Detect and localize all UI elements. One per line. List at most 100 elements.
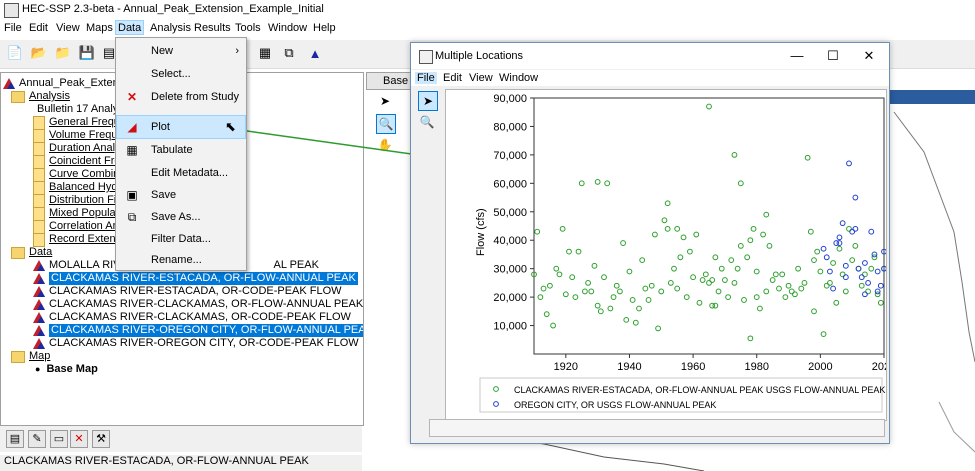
open-study-icon[interactable]: 📂 bbox=[30, 44, 48, 62]
menu-item-new[interactable]: New › bbox=[117, 40, 245, 62]
analysis-icon bbox=[33, 115, 45, 130]
plot-window-title: Multiple Locations bbox=[435, 50, 524, 62]
annual-peak-icon bbox=[33, 312, 45, 323]
menu-item-select[interactable]: Select... bbox=[117, 63, 245, 85]
chart-frame: 10,000 20,000 30,000 40,000 50,000 60,000 70,0… bbox=[445, 89, 896, 421]
tree-data-item[interactable]: CLACKAMAS RIVER-ESTACADA, OR-CODE-PEAK F… bbox=[33, 285, 342, 298]
folder-icon bbox=[11, 90, 25, 103]
x-tick-label: 1980 bbox=[744, 361, 768, 373]
tree-data-item[interactable]: CLACKAMAS RIVER-OREGON CITY, OR-FLOW-ANN… bbox=[33, 324, 363, 337]
tree-analysis-item[interactable]: Mixed Populati bbox=[33, 206, 121, 221]
bullet-icon: ● bbox=[35, 364, 41, 374]
save-icon[interactable]: 💾 bbox=[78, 44, 96, 62]
tree-data-item[interactable]: CLACKAMAS RIVER-OREGON CITY, OR-CODE-PEA… bbox=[33, 337, 359, 350]
legend: CLACKAMAS RIVER-ESTACADA, OR-FLOW-ANNUAL… bbox=[479, 377, 885, 413]
x-tick-label: 1920 bbox=[554, 361, 578, 373]
tree-data-item[interactable]: CLACKAMAS RIVER-CLACKAMAS, OR-CODE-PEAK … bbox=[33, 311, 351, 324]
plot-tools: ➤ 🔍 bbox=[415, 89, 443, 419]
y-tick-label: 50,000 bbox=[493, 207, 527, 219]
tree-analysis-item[interactable]: Coincident Fre bbox=[33, 154, 121, 169]
plot-menu-edit[interactable]: Edit bbox=[441, 72, 464, 84]
tree-analysis-item[interactable]: Balanced Hydr bbox=[33, 180, 121, 195]
app-title-bar: HEC-SSP 2.3-beta - Annual_Peak_Extension… bbox=[0, 0, 975, 20]
tree-analysis-folder[interactable]: Analysis bbox=[11, 90, 70, 103]
menu-data[interactable]: Data bbox=[114, 20, 145, 35]
menu-window[interactable]: Window bbox=[266, 22, 309, 34]
edit-icon[interactable]: ✎ bbox=[28, 430, 46, 448]
y-tick-label: 30,000 bbox=[493, 264, 527, 276]
tree-analysis-item[interactable]: Record Extens bbox=[33, 232, 121, 247]
tree-analysis-item[interactable]: Distribution Fit bbox=[33, 193, 119, 208]
zoom-icon[interactable]: 🔍 bbox=[376, 114, 396, 134]
legend-label: OREGON CITY, OR USGS FLOW-ANNUAL PEAK bbox=[514, 400, 716, 410]
tree-analysis-item[interactable]: Duration Analys bbox=[33, 141, 126, 156]
menu-item-edit-metadata[interactable]: Edit Metadata... bbox=[117, 162, 245, 184]
y-tick-label: 60,000 bbox=[493, 178, 527, 190]
menu-bar: File Edit View Maps Data Analysis Result… bbox=[0, 20, 975, 38]
plot-icon: ◢ bbox=[127, 120, 137, 134]
menu-edit[interactable]: Edit bbox=[27, 22, 50, 34]
tree-map-folder[interactable]: Map bbox=[11, 350, 50, 363]
tile-windows-icon[interactable]: ▦ bbox=[256, 44, 274, 62]
tree-analysis-item[interactable]: Curve Combin bbox=[33, 167, 119, 182]
y-tick-label: 70,000 bbox=[493, 150, 527, 162]
base-map-tab[interactable]: Base M bbox=[366, 72, 412, 90]
menu-file[interactable]: File bbox=[2, 22, 24, 34]
annual-peak-icon bbox=[33, 273, 45, 284]
cascade-windows-icon[interactable]: ⧉ bbox=[280, 44, 298, 62]
menu-item-plot[interactable]: ◢ Plot ⬉ bbox=[116, 115, 246, 139]
floppy-multi-icon: ⧉ bbox=[127, 210, 137, 224]
maximize-button[interactable]: ☐ bbox=[815, 45, 851, 67]
menu-tools[interactable]: Tools bbox=[233, 22, 263, 34]
study-icon bbox=[3, 78, 15, 89]
menu-item-tabulate[interactable]: ▦ Tabulate bbox=[117, 139, 245, 161]
annual-peak-icon bbox=[33, 260, 45, 271]
x-tick-label: 2020 bbox=[872, 361, 886, 373]
tree-data-item[interactable]: CLACKAMAS RIVER-ESTACADA, OR-FLOW-ANNUAL… bbox=[33, 272, 358, 285]
menu-item-delete[interactable]: ✕ Delete from Study bbox=[117, 86, 245, 108]
tree-analysis-item[interactable]: General Frequ bbox=[33, 115, 120, 130]
plot-menu-file[interactable]: File bbox=[415, 72, 437, 84]
tree-analysis-item[interactable]: Correlation Ana bbox=[33, 219, 125, 234]
analysis-icon bbox=[33, 167, 45, 182]
submenu-arrow-icon: › bbox=[235, 45, 239, 57]
y-tick-label: 20,000 bbox=[493, 292, 527, 304]
x-tick-label: 1960 bbox=[681, 361, 705, 373]
folder-icon bbox=[11, 350, 25, 363]
menu-analysis[interactable]: Analysis bbox=[148, 22, 193, 34]
delete-icon[interactable]: ✕ bbox=[70, 430, 88, 448]
pan-hand-icon[interactable]: ✋ bbox=[376, 136, 394, 154]
plot-status-bar bbox=[429, 419, 885, 437]
plot-toolbar-icon[interactable]: ▲ bbox=[306, 44, 324, 62]
plot-zoom-icon[interactable]: 🔍 bbox=[418, 113, 436, 131]
pointer-icon[interactable]: ➤ bbox=[376, 92, 394, 110]
open-file-icon[interactable]: 📁 bbox=[54, 44, 72, 62]
tree-data-item[interactable]: CLACKAMAS RIVER-CLACKAMAS, OR-FLOW-ANNUA… bbox=[33, 298, 363, 311]
menu-item-filter[interactable]: Filter Data... bbox=[117, 228, 245, 250]
close-button[interactable]: ✕ bbox=[851, 45, 887, 67]
menu-item-save-as[interactable]: ⧉ Save As... bbox=[117, 206, 245, 228]
plot-menu-view[interactable]: View bbox=[467, 72, 495, 84]
compute-icon[interactable]: ⚒ bbox=[92, 430, 110, 448]
menu-results[interactable]: Results bbox=[192, 22, 233, 34]
tree-data-folder[interactable]: Data bbox=[11, 246, 52, 259]
menu-maps[interactable]: Maps bbox=[84, 22, 115, 34]
analysis-icon bbox=[33, 154, 45, 169]
tree-base-map[interactable]: ● Base Map bbox=[35, 363, 98, 376]
new-data-icon[interactable]: ▤ bbox=[6, 430, 24, 448]
menu-item-rename[interactable]: Rename... bbox=[117, 249, 245, 271]
plot-menu-window[interactable]: Window bbox=[497, 72, 540, 84]
plot-pointer-icon[interactable]: ➤ bbox=[418, 91, 438, 111]
annual-peak-icon bbox=[33, 338, 45, 349]
tree-analysis-item[interactable]: Volume Freque bbox=[33, 128, 124, 143]
menu-item-save[interactable]: ▣ Save bbox=[117, 184, 245, 206]
tree-root[interactable]: Annual_Peak_Extens bbox=[3, 77, 124, 90]
minimize-button[interactable]: — bbox=[779, 45, 815, 67]
menu-view[interactable]: View bbox=[54, 22, 82, 34]
legend-label: CLACKAMAS RIVER-ESTACADA, OR-FLOW-ANNUAL… bbox=[514, 385, 885, 395]
properties-icon[interactable]: ▭ bbox=[50, 430, 68, 448]
y-tick-label: 10,000 bbox=[493, 321, 527, 333]
menu-help[interactable]: Help bbox=[311, 22, 338, 34]
data-menu-dropdown: New › Select... ✕ Delete from Study ◢ Plot ⬉… bbox=[115, 37, 247, 271]
new-study-icon[interactable]: 📄 bbox=[6, 44, 24, 62]
